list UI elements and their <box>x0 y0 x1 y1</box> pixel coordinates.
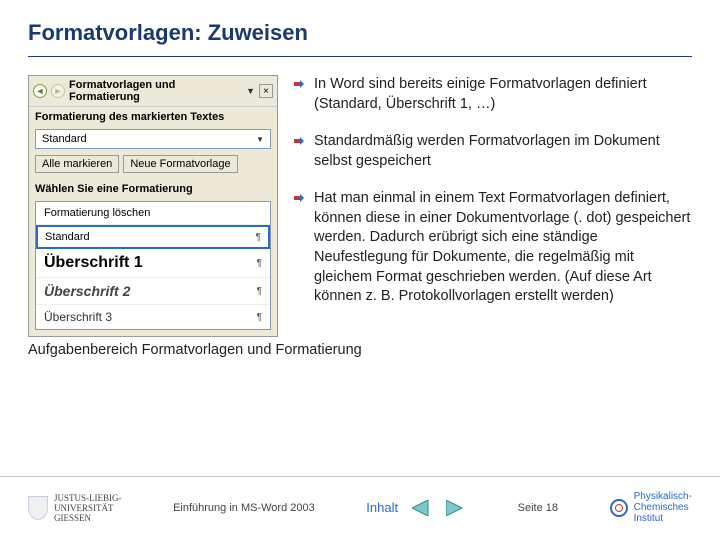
bullet-text: Hat man einmal in einem Text Formatvorla… <box>314 189 692 306</box>
back-icon[interactable]: ◄ <box>33 84 47 98</box>
institute-logo: Physikalisch- Chemisches Institut <box>610 491 692 524</box>
paragraph-icon: ¶ <box>257 286 262 297</box>
paragraph-icon: ¶ <box>256 232 261 243</box>
list-item-h2[interactable]: Überschrift 2 ¶ <box>36 278 270 305</box>
paragraph-icon: ¶ <box>257 312 262 323</box>
prev-slide-button[interactable] <box>412 500 432 516</box>
list-item-h3[interactable]: Überschrift 3 ¶ <box>36 305 270 329</box>
bullet-item: Hat man einmal in einem Text Formatvorla… <box>294 189 692 306</box>
pane-menu-icon[interactable]: ▼ <box>246 86 255 96</box>
inst-line1: Physikalisch- <box>634 491 692 502</box>
bullet-text: In Word sind bereits einige Formatvorlag… <box>314 75 692 114</box>
bullet-icon <box>294 194 304 306</box>
pane-title: Formatvorlagen und Formatierung <box>69 79 242 103</box>
select-all-button[interactable]: Alle markieren <box>35 155 119 173</box>
inst-line3: Institut <box>634 513 692 524</box>
bullet-icon <box>294 80 304 114</box>
style-list: Formatierung löschen Standard ¶ Überschr… <box>35 201 271 330</box>
list-item-label: Überschrift 1 <box>44 254 143 272</box>
section-selected-format: Formatierung des markierten Textes <box>29 107 277 127</box>
uni-line3: GIESSEN <box>54 513 122 523</box>
uni-line1: JUSTUS-LIEBIG- <box>54 493 122 503</box>
uni-line2: UNIVERSITÄT <box>54 503 122 513</box>
next-slide-button[interactable] <box>446 500 466 516</box>
footer: JUSTUS-LIEBIG- UNIVERSITÄT GIESSEN Einfü… <box>0 476 720 532</box>
list-item-label: Überschrift 2 <box>44 283 130 299</box>
contents-link[interactable]: Inhalt <box>366 500 398 515</box>
section-choose-format: Wählen Sie eine Formatierung <box>29 179 277 199</box>
paragraph-icon: ¶ <box>257 258 262 269</box>
institute-icon <box>610 499 628 517</box>
list-item-clear[interactable]: Formatierung löschen <box>36 202 270 225</box>
list-item-standard[interactable]: Standard ¶ <box>36 225 270 249</box>
close-icon[interactable]: × <box>259 84 273 98</box>
list-item-label: Formatierung löschen <box>44 207 150 219</box>
seal-icon <box>28 496 48 520</box>
forward-icon[interactable]: ► <box>51 84 65 98</box>
new-style-button[interactable]: Neue Formatvorlage <box>123 155 237 173</box>
figure-caption: Aufgabenbereich Formatvorlagen und Forma… <box>28 341 692 360</box>
task-pane: ◄ ► Formatvorlagen und Formatierung ▼ × … <box>28 75 278 337</box>
current-style-input[interactable]: Standard ▼ <box>35 129 271 149</box>
slide-title: Formatvorlagen: Zuweisen <box>28 20 692 46</box>
bullet-text: Standardmäßig werden Formatvorlagen im D… <box>314 132 692 171</box>
bullet-item: Standardmäßig werden Formatvorlagen im D… <box>294 132 692 171</box>
bullet-list: In Word sind bereits einige Formatvorlag… <box>294 75 692 337</box>
bullet-icon <box>294 137 304 171</box>
course-name: Einführung in MS-Word 2003 <box>173 502 315 514</box>
page-number: Seite 18 <box>518 502 558 514</box>
divider <box>28 56 692 57</box>
list-item-label: Standard <box>45 231 90 243</box>
university-logo: JUSTUS-LIEBIG- UNIVERSITÄT GIESSEN <box>28 493 122 523</box>
current-style-text: Standard <box>42 133 87 145</box>
list-item-label: Überschrift 3 <box>44 310 112 324</box>
inst-line2: Chemisches <box>634 502 692 513</box>
list-item-h1[interactable]: Überschrift 1 ¶ <box>36 249 270 278</box>
chevron-down-icon[interactable]: ▼ <box>256 135 264 144</box>
bullet-item: In Word sind bereits einige Formatvorlag… <box>294 75 692 114</box>
